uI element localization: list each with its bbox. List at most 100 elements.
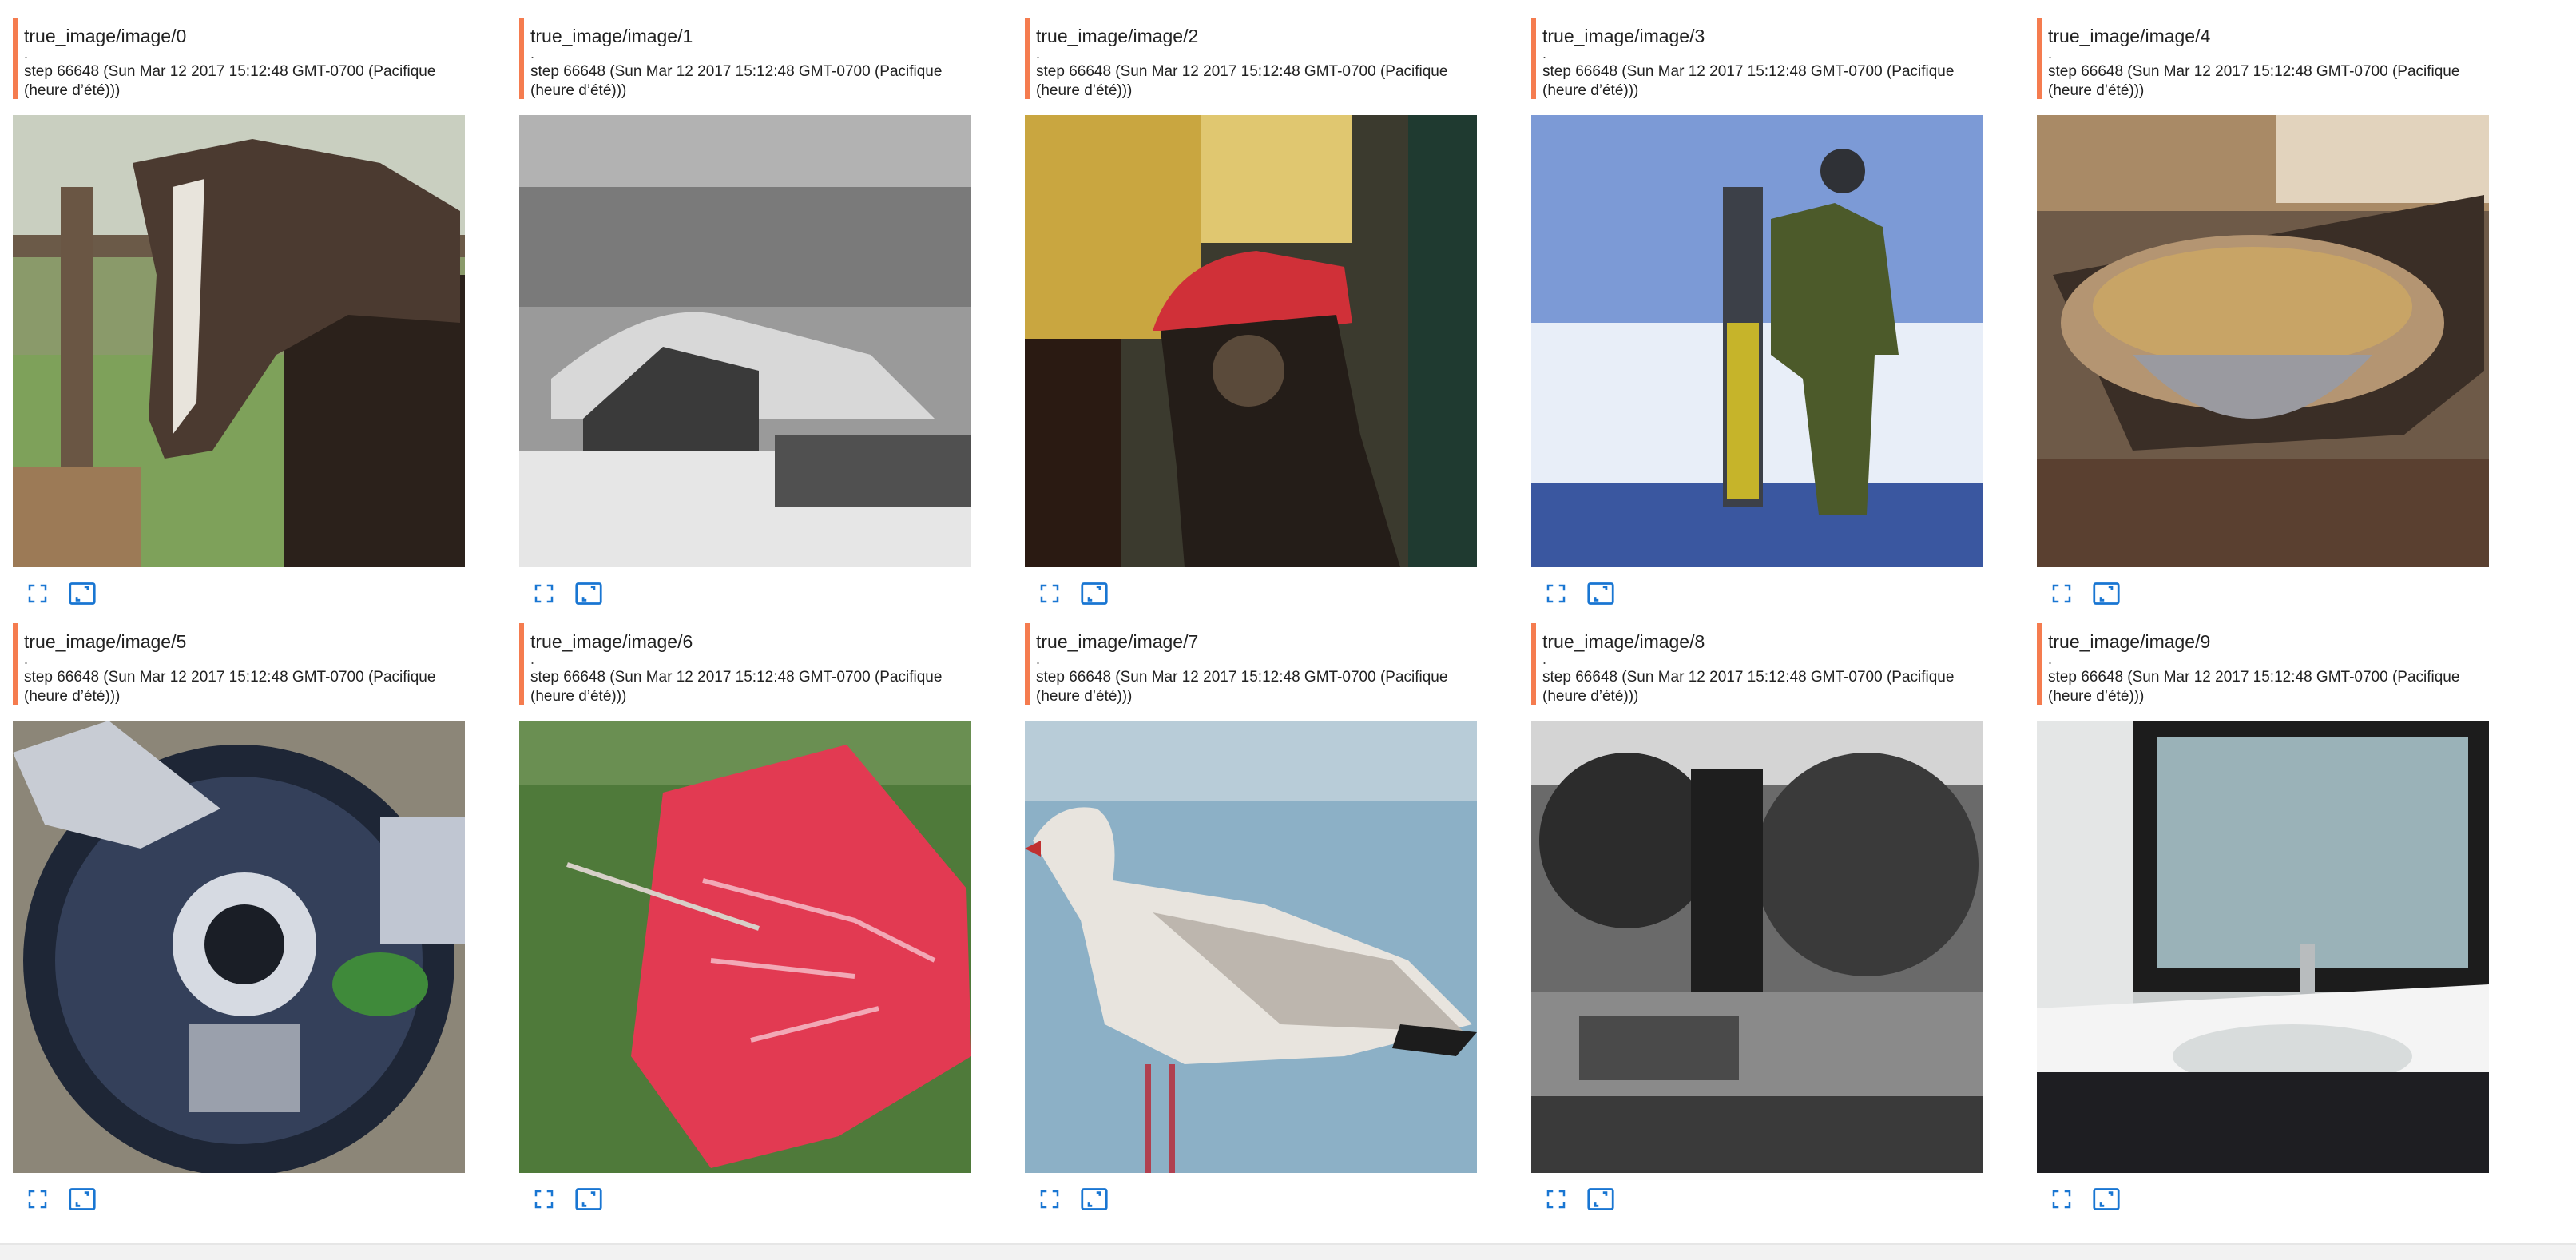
accent-bar	[13, 623, 18, 705]
tag-name: true_image/image/6	[530, 631, 693, 652]
accent-bar	[2037, 18, 2042, 99]
run-name: .	[24, 651, 29, 667]
run-name: .	[24, 46, 29, 62]
card-header: true_image/image/5 . step 66648 (Sun Mar…	[13, 623, 468, 706]
tag-name: true_image/image/4	[2048, 26, 2211, 46]
tag-name: true_image/image/7	[1036, 631, 1199, 652]
card-header: true_image/image/3 . step 66648 (Sun Mar…	[1531, 18, 1987, 101]
accent-bar	[519, 623, 524, 705]
accent-bar	[519, 18, 524, 99]
card-header: true_image/image/9 . step 66648 (Sun Mar…	[2037, 623, 2492, 706]
image-controls	[1025, 1182, 1121, 1221]
image-card-2: true_image/image/2 . step 66648 (Sun Mar…	[1025, 18, 1480, 605]
actual-size-icon[interactable]	[1078, 1182, 1111, 1216]
fullscreen-icon[interactable]	[1539, 577, 1573, 610]
image-grayscale-structure	[519, 115, 971, 567]
image-snow-person	[1531, 115, 1983, 567]
step-label: step 66648 (Sun Mar 12 2017 15:12:48 GMT…	[2048, 669, 2460, 705]
accent-bar	[13, 18, 18, 99]
tag-name: true_image/image/0	[24, 26, 187, 46]
accent-bar	[1025, 18, 1030, 99]
actual-size-icon[interactable]	[1584, 577, 1617, 610]
actual-size-icon[interactable]	[65, 577, 99, 610]
accent-bar	[2037, 623, 2042, 705]
image-camera	[13, 721, 465, 1173]
step-label: step 66648 (Sun Mar 12 2017 15:12:48 GMT…	[1036, 669, 1448, 705]
card-header: true_image/image/8 . step 66648 (Sun Mar…	[1531, 623, 1987, 706]
card-header: true_image/image/6 . step 66648 (Sun Mar…	[519, 623, 974, 706]
step-label: step 66648 (Sun Mar 12 2017 15:12:48 GMT…	[24, 669, 436, 705]
step-label: step 66648 (Sun Mar 12 2017 15:12:48 GMT…	[530, 669, 943, 705]
actual-size-icon[interactable]	[572, 1182, 605, 1216]
run-name: .	[1542, 651, 1547, 667]
image-wheelbarrow	[2037, 115, 2489, 567]
accent-bar	[1531, 623, 1536, 705]
image-controls	[1025, 577, 1121, 615]
run-name: .	[1542, 46, 1547, 62]
actual-size-icon[interactable]	[2090, 577, 2123, 610]
actual-size-icon[interactable]	[572, 577, 605, 610]
image-controls	[1531, 1182, 1627, 1221]
fullscreen-icon[interactable]	[2045, 577, 2078, 610]
fullscreen-icon[interactable]	[21, 1182, 54, 1216]
image-bathroom-sink	[2037, 721, 2489, 1173]
step-label: step 66648 (Sun Mar 12 2017 15:12:48 GMT…	[1542, 669, 1955, 705]
run-name: .	[530, 46, 535, 62]
image-grayscale-trees	[1531, 721, 1983, 1173]
image-controls	[1531, 577, 1627, 615]
card-header: true_image/image/7 . step 66648 (Sun Mar…	[1025, 623, 1480, 706]
tag-name: true_image/image/9	[2048, 631, 2211, 652]
fullscreen-icon[interactable]	[2045, 1182, 2078, 1216]
image-red-umbrella	[519, 721, 971, 1173]
run-name: .	[1036, 651, 1041, 667]
bottom-scroll-area	[0, 1243, 2576, 1260]
tag-name: true_image/image/8	[1542, 631, 1705, 652]
fullscreen-icon[interactable]	[1539, 1182, 1573, 1216]
run-name: .	[2048, 46, 2053, 62]
image-grid: true_image/image/0 . step 66648 (Sun Mar…	[0, 0, 2576, 1260]
step-label: step 66648 (Sun Mar 12 2017 15:12:48 GMT…	[530, 63, 943, 99]
run-name: .	[530, 651, 535, 667]
actual-size-icon[interactable]	[1078, 577, 1111, 610]
card-header: true_image/image/1 . step 66648 (Sun Mar…	[519, 18, 974, 101]
step-label: step 66648 (Sun Mar 12 2017 15:12:48 GMT…	[2048, 63, 2460, 99]
image-controls	[2037, 1182, 2133, 1221]
card-header: true_image/image/0 . step 66648 (Sun Mar…	[13, 18, 468, 101]
card-header: true_image/image/4 . step 66648 (Sun Mar…	[2037, 18, 2492, 101]
image-card-8: true_image/image/8 . step 66648 (Sun Mar…	[1531, 623, 1987, 1210]
actual-size-icon[interactable]	[65, 1182, 99, 1216]
step-label: step 66648 (Sun Mar 12 2017 15:12:48 GMT…	[1036, 63, 1448, 99]
tag-name: true_image/image/2	[1036, 26, 1199, 46]
image-card-9: true_image/image/9 . step 66648 (Sun Mar…	[2037, 623, 2492, 1210]
actual-size-icon[interactable]	[2090, 1182, 2123, 1216]
fullscreen-icon[interactable]	[527, 577, 561, 610]
image-card-7: true_image/image/7 . step 66648 (Sun Mar…	[1025, 623, 1480, 1210]
image-controls	[13, 1182, 109, 1221]
actual-size-icon[interactable]	[1584, 1182, 1617, 1216]
run-name: .	[2048, 651, 2053, 667]
image-controls	[519, 577, 615, 615]
fullscreen-icon[interactable]	[527, 1182, 561, 1216]
image-card-1: true_image/image/1 . step 66648 (Sun Mar…	[519, 18, 974, 605]
card-header: true_image/image/2 . step 66648 (Sun Mar…	[1025, 18, 1480, 101]
step-label: step 66648 (Sun Mar 12 2017 15:12:48 GMT…	[24, 63, 436, 99]
accent-bar	[1531, 18, 1536, 99]
fullscreen-icon[interactable]	[1033, 577, 1066, 610]
image-card-3: true_image/image/3 . step 66648 (Sun Mar…	[1531, 18, 1987, 605]
image-card-6: true_image/image/6 . step 66648 (Sun Mar…	[519, 623, 974, 1210]
run-name: .	[1036, 46, 1041, 62]
image-card-5: true_image/image/5 . step 66648 (Sun Mar…	[13, 623, 468, 1210]
tag-name: true_image/image/5	[24, 631, 187, 652]
image-seagull	[1025, 721, 1477, 1173]
image-controls	[519, 1182, 615, 1221]
tag-name: true_image/image/1	[530, 26, 693, 46]
image-card-4: true_image/image/4 . step 66648 (Sun Mar…	[2037, 18, 2492, 605]
fullscreen-icon[interactable]	[21, 577, 54, 610]
image-controls	[13, 577, 109, 615]
image-dog-red-hat	[1025, 115, 1477, 567]
step-label: step 66648 (Sun Mar 12 2017 15:12:48 GMT…	[1542, 63, 1955, 99]
image-controls	[2037, 577, 2133, 615]
image-horse	[13, 115, 465, 567]
accent-bar	[1025, 623, 1030, 705]
fullscreen-icon[interactable]	[1033, 1182, 1066, 1216]
